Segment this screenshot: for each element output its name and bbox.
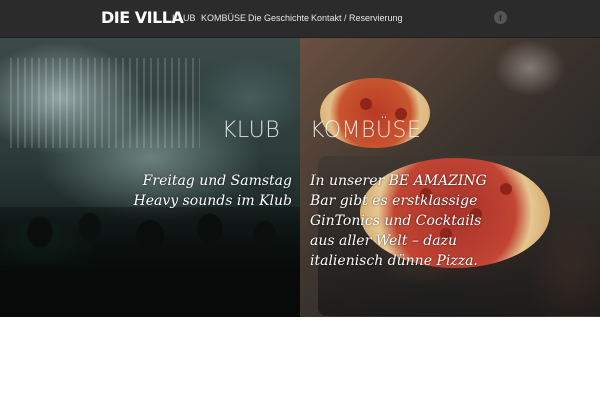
kombuese-tagline-line: aus aller Welt – dazu <box>310 233 457 249</box>
nav-item-klub[interactable]: KLUB <box>172 12 196 24</box>
salami-image <box>360 98 372 110</box>
kombuese-tagline-line: Bar gibt es erstklassige <box>310 193 478 209</box>
kombuese-tagline-line: GinTonics und Cocktails <box>310 213 482 229</box>
klub-tagline-line: Freitag und Samstag <box>142 173 292 189</box>
nav-item-kombuese[interactable]: KOMBÜSE <box>201 12 246 24</box>
site-logo[interactable]: DIE VILLA <box>101 8 184 28</box>
hero-section: KLUB KOMBÜSE Freitag und Samstag Heavy s… <box>0 38 600 317</box>
kombuese-tagline-line: In unserer BE AMAZING <box>310 173 487 189</box>
facebook-icon[interactable]: f <box>494 11 507 24</box>
klub-tagline-line: Heavy sounds im Klub <box>133 193 292 209</box>
stage-lights-image <box>10 58 200 148</box>
crowd-image <box>0 207 300 317</box>
nav-item-die-geschichte[interactable]: Die Geschichte <box>248 12 309 24</box>
kombuese-title[interactable]: KOMBÜSE <box>310 118 421 144</box>
salami-image <box>500 183 512 195</box>
kombuese-tagline-line: italienisch dünne Pizza. <box>310 253 478 269</box>
top-navbar: DIE VILLA KLUB KOMBÜSE Die Geschichte Ko… <box>0 0 600 38</box>
klub-title[interactable]: KLUB <box>222 118 280 144</box>
nav-item-kontakt-reservierung[interactable]: Kontakt / Reservierung <box>311 12 403 24</box>
